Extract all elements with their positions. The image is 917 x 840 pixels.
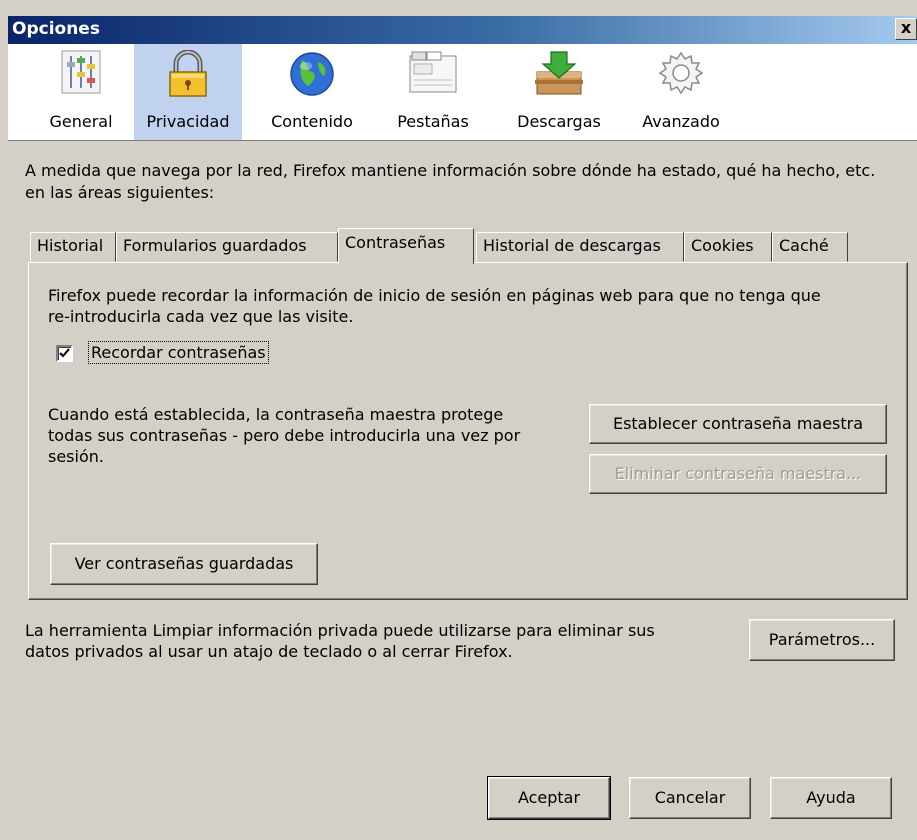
toolbar-label: Contenido: [271, 112, 353, 131]
toolbar-item-contenido[interactable]: Contenido: [260, 44, 364, 140]
tab-cache[interactable]: Caché: [772, 232, 848, 262]
remove-master-password-button[interactable]: Eliminar contraseña maestra...: [589, 454, 887, 494]
tabs-window-icon: [409, 51, 457, 93]
category-toolbar: General Privacidad Contenido Pestañas De…: [8, 44, 917, 141]
toolbar-item-general[interactable]: General: [36, 44, 126, 140]
options-window: Opciones x General Privacidad Contenido …: [0, 0, 917, 840]
intro-text: A medida que navega por la red, Firefox …: [25, 161, 876, 202]
toolbar-label: Privacidad: [146, 112, 230, 131]
window-title: Opciones: [12, 19, 100, 39]
set-master-password-button[interactable]: Establecer contraseña maestra: [589, 404, 887, 444]
tab-historial-descargas[interactable]: Historial de descargas: [476, 232, 684, 262]
toolbar-item-descargas[interactable]: Descargas: [501, 44, 617, 140]
toolbar-item-pestanas[interactable]: Pestañas: [383, 44, 483, 140]
passwords-description-line2: re-introducirla cada vez que las visite.: [48, 307, 354, 326]
toolbar-label: Pestañas: [397, 112, 469, 131]
sliders-icon: [61, 50, 101, 94]
toolbar-label: Descargas: [517, 112, 601, 131]
passwords-description-line1: Firefox puede recordar la información de…: [48, 286, 821, 305]
master-password-text-line2: todas sus contraseñas - pero debe introd…: [48, 426, 521, 445]
view-saved-passwords-button[interactable]: Ver contraseñas guardadas: [50, 543, 318, 585]
toolbar-item-privacidad[interactable]: Privacidad: [134, 44, 242, 140]
tab-contrasenas[interactable]: Contraseñas: [338, 228, 474, 264]
master-password-text-line1: Cuando está establecida, la contraseña m…: [48, 405, 504, 424]
clear-private-text-line1: La herramienta Limpiar información priva…: [25, 621, 655, 640]
padlock-icon: [169, 50, 207, 97]
master-password-text-line3: sesión.: [48, 447, 104, 466]
tab-cookies[interactable]: Cookies: [684, 232, 772, 262]
toolbar-label: Avanzado: [642, 112, 720, 131]
checkmark-icon: [59, 348, 70, 358]
globe-icon: [290, 52, 334, 96]
toolbar-label: General: [49, 112, 113, 131]
gear-icon: [658, 51, 704, 95]
cancel-button[interactable]: Cancelar: [629, 777, 751, 819]
ok-button[interactable]: Aceptar: [487, 776, 611, 820]
remember-passwords-checkbox[interactable]: [56, 345, 73, 362]
remember-passwords-label[interactable]: Recordar contraseñas: [88, 341, 269, 364]
settings-button[interactable]: Parámetros...: [749, 619, 895, 661]
clear-private-text-line2: datos privados al usar un atajo de tecla…: [25, 642, 513, 661]
tab-historial[interactable]: Historial: [30, 232, 116, 262]
help-button[interactable]: Ayuda: [770, 777, 892, 819]
title-bar[interactable]: Opciones x: [8, 16, 917, 44]
close-button[interactable]: x: [895, 18, 917, 40]
toolbar-item-avanzado[interactable]: Avanzado: [631, 44, 731, 140]
download-box-icon: [535, 51, 583, 95]
tab-formularios-guardados[interactable]: Formularios guardados: [116, 232, 338, 262]
